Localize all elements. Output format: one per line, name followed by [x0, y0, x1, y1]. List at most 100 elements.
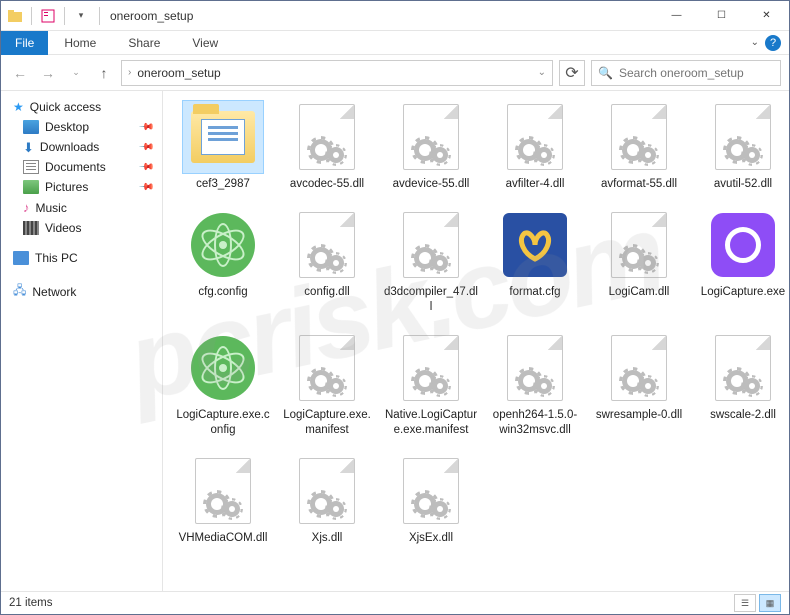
file-item[interactable]: avformat-55.dll	[591, 101, 687, 191]
search-input[interactable]	[619, 66, 774, 80]
file-name: d3dcompiler_47.dll	[383, 285, 479, 314]
file-name: cfg.config	[198, 285, 247, 299]
pretzel-icon	[503, 213, 567, 277]
file-name: format.cfg	[509, 285, 560, 299]
sidebar-item-music[interactable]: ♪Music	[1, 197, 162, 218]
sidebar-this-pc[interactable]: This PC	[1, 248, 162, 268]
generic-file-icon	[715, 335, 771, 401]
sidebar-item-downloads[interactable]: ⬇Downloads📌	[1, 137, 162, 157]
titlebar: ▾ oneroom_setup — ☐ ✕	[1, 1, 789, 31]
file-item[interactable]: swresample-0.dll	[591, 332, 687, 437]
file-name: avcodec-55.dll	[290, 177, 364, 191]
file-item[interactable]: avfilter-4.dll	[487, 101, 583, 191]
file-name: avdevice-55.dll	[393, 177, 470, 191]
file-item[interactable]: cef3_2987	[175, 101, 271, 191]
window-title: oneroom_setup	[104, 9, 193, 23]
star-icon: ★	[13, 100, 24, 114]
breadcrumb-segment[interactable]: oneroom_setup	[137, 66, 220, 80]
close-button[interactable]: ✕	[744, 1, 789, 30]
maximize-button[interactable]: ☐	[699, 1, 744, 30]
logicapture-icon	[711, 213, 775, 277]
file-item[interactable]: d3dcompiler_47.dll	[383, 209, 479, 314]
refresh-button[interactable]: ⟳	[559, 60, 585, 86]
sidebar-item-label: Desktop	[45, 120, 89, 134]
tab-home[interactable]: Home	[48, 31, 112, 55]
generic-file-icon	[507, 335, 563, 401]
folder-small-icon	[7, 8, 23, 24]
pc-icon	[13, 251, 29, 265]
file-item[interactable]: VHMediaCOM.dll	[175, 455, 271, 545]
file-item[interactable]: avdevice-55.dll	[383, 101, 479, 191]
file-tab[interactable]: File	[1, 31, 48, 55]
file-item[interactable]: LogiCam.dll	[591, 209, 687, 314]
file-name: swscale-2.dll	[710, 408, 776, 422]
forward-button[interactable]: →	[37, 62, 59, 84]
file-item[interactable]: format.cfg	[487, 209, 583, 314]
recent-dropdown-icon[interactable]: ⌄	[65, 62, 87, 84]
chevron-down-icon[interactable]: ⌄	[538, 67, 546, 78]
sidebar-item-desktop[interactable]: Desktop 📌	[1, 117, 162, 137]
generic-file-icon	[299, 335, 355, 401]
file-name: LogiCam.dll	[609, 285, 670, 299]
file-name: cef3_2987	[196, 177, 250, 191]
file-item[interactable]: openh264-1.5.0-win32msvc.dll	[487, 332, 583, 437]
sidebar-item-pictures[interactable]: Pictures 📌	[1, 177, 162, 197]
search-icon: 🔍	[598, 66, 613, 80]
sidebar-quick-access[interactable]: ★ Quick access	[1, 97, 162, 117]
file-item[interactable]: Xjs.dll	[279, 455, 375, 545]
help-icon[interactable]: ?	[765, 35, 781, 51]
file-item[interactable]: avutil-52.dll	[695, 101, 789, 191]
file-name: VHMediaCOM.dll	[179, 531, 268, 545]
separator	[31, 7, 32, 25]
generic-file-icon	[299, 458, 355, 524]
sidebar-item-documents[interactable]: Documents📌	[1, 157, 162, 177]
file-name: openh264-1.5.0-win32msvc.dll	[487, 408, 583, 437]
search-box[interactable]: 🔍	[591, 60, 781, 86]
sidebar-label: Quick access	[30, 100, 101, 114]
file-item[interactable]: LogiCapture.exe.config	[175, 332, 271, 437]
sidebar-network[interactable]: 🖧 Network	[1, 278, 162, 305]
address-bar[interactable]: › oneroom_setup ⌄	[121, 60, 553, 86]
file-item[interactable]: LogiCapture.exe.manifest	[279, 332, 375, 437]
file-item[interactable]: config.dll	[279, 209, 375, 314]
generic-file-icon	[403, 335, 459, 401]
generic-file-icon	[611, 335, 667, 401]
file-item[interactable]: LogiCapture.exe	[695, 209, 789, 314]
atom-icon	[191, 213, 255, 277]
properties-icon[interactable]	[40, 8, 56, 24]
file-name: avformat-55.dll	[601, 177, 677, 191]
folder-icon	[191, 111, 255, 163]
file-item[interactable]: Native.LogiCapture.exe.manifest	[383, 332, 479, 437]
back-button[interactable]: ←	[9, 62, 31, 84]
videos-icon	[23, 221, 39, 235]
details-view-button[interactable]: ☰	[734, 594, 756, 612]
ribbon-expand-icon[interactable]: ⌄	[745, 37, 765, 48]
tab-view[interactable]: View	[176, 31, 234, 55]
download-icon: ⬇	[23, 141, 34, 154]
file-pane[interactable]: cef3_2987 avcodec-55.dll avdevice-55.dll av…	[163, 91, 789, 592]
file-name: config.dll	[304, 285, 349, 299]
generic-file-icon	[403, 104, 459, 170]
pin-icon: 📌	[137, 119, 154, 136]
ribbon: File Home Share View ⌄ ?	[1, 31, 789, 55]
file-name: avfilter-4.dll	[506, 177, 565, 191]
sidebar-item-label: Pictures	[45, 180, 88, 194]
file-name: Xjs.dll	[312, 531, 343, 545]
tab-share[interactable]: Share	[112, 31, 176, 55]
generic-file-icon	[403, 212, 459, 278]
status-bar: 21 items ☰ ▦	[1, 591, 789, 614]
pin-icon: 📌	[137, 179, 154, 196]
up-button[interactable]: ↑	[93, 62, 115, 84]
qat-dropdown-icon[interactable]: ▾	[73, 8, 89, 24]
sidebar-label: Network	[32, 285, 76, 299]
sidebar-item-label: Videos	[45, 221, 81, 235]
file-item[interactable]: avcodec-55.dll	[279, 101, 375, 191]
network-icon: 🖧	[13, 281, 26, 302]
file-item[interactable]: cfg.config	[175, 209, 271, 314]
minimize-button[interactable]: —	[654, 1, 699, 30]
icons-view-button[interactable]: ▦	[759, 594, 781, 612]
generic-file-icon	[195, 458, 251, 524]
sidebar-item-videos[interactable]: Videos	[1, 218, 162, 238]
file-item[interactable]: XjsEx.dll	[383, 455, 479, 545]
file-item[interactable]: swscale-2.dll	[695, 332, 789, 437]
